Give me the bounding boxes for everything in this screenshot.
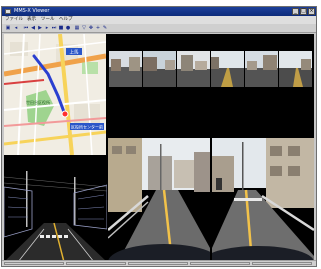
street-map[interactable]: 上馬 世田谷区役所 区役所センター前 (4, 34, 106, 155)
thumbnail-camera-6[interactable] (279, 51, 312, 87)
stop-icon[interactable]: ■ (58, 25, 64, 31)
thumbnail-camera-3[interactable] (177, 51, 210, 87)
menu-help[interactable]: ヘルプ (59, 16, 73, 24)
open-icon[interactable]: ▣ (5, 25, 11, 31)
vehicle-marker-icon (61, 110, 69, 118)
thumbnail-camera-5[interactable] (245, 51, 278, 87)
window-title: MMS-X Viewer (14, 8, 50, 14)
front-right-camera-view[interactable] (212, 138, 314, 262)
laser-pointcloud-view[interactable] (4, 157, 107, 262)
application-window: MMS-X Viewer _ □ × ファイル 表示 ツール ヘルプ ▣ ◂ ⏮… (1, 6, 317, 267)
play-icon[interactable]: ▶ (37, 25, 43, 31)
record-icon[interactable]: ● (65, 25, 71, 31)
map-label-ward-office: 世田谷区役所 (26, 99, 50, 105)
close-button[interactable]: × (308, 8, 315, 15)
add-icon[interactable]: + (95, 25, 101, 31)
maximize-button[interactable]: □ (300, 8, 307, 15)
filter-icon[interactable]: ▽ (81, 25, 87, 31)
status-cell-3 (128, 262, 188, 265)
toolbar: ▣ ◂ ⏮ ◀ ▶ ▸ ⏭ ■ ● ▦ ▽ ✥ + ✎ (2, 24, 316, 33)
thumbnail-camera-2[interactable] (143, 51, 176, 87)
map-panel[interactable]: 上馬 世田谷区役所 区役所センター前 (4, 34, 106, 155)
status-cell-4 (190, 262, 250, 265)
menu-file[interactable]: ファイル (5, 16, 23, 24)
status-cell-5 (252, 262, 312, 265)
menu-tools[interactable]: ツール (41, 16, 55, 24)
thumbnail-camera-1[interactable] (109, 51, 142, 87)
menu-bar: ファイル 表示 ツール ヘルプ (2, 16, 316, 24)
content-area: 上馬 世田谷区役所 区役所センター前 (4, 34, 314, 262)
layout-icon[interactable]: ▦ (74, 25, 80, 31)
rewind-icon[interactable]: ⏮ (23, 25, 29, 31)
pen-icon[interactable]: ✎ (102, 25, 108, 31)
fast-forward-icon[interactable]: ⏭ (51, 25, 57, 31)
move-icon[interactable]: ✥ (88, 25, 94, 31)
front-left-camera-view[interactable] (108, 138, 210, 262)
map-label-kamiuma: 上馬 (70, 49, 79, 56)
app-icon (5, 9, 11, 14)
step-back-icon[interactable]: ◀ (30, 25, 36, 31)
thumbnail-strip (108, 51, 314, 87)
menu-view[interactable]: 表示 (27, 16, 36, 24)
minimize-button[interactable]: _ (292, 8, 299, 15)
status-cell-1 (4, 262, 64, 265)
map-label-center: 区役所センター前 (71, 124, 103, 130)
status-cell-2 (66, 262, 126, 265)
thumbnail-camera-4[interactable] (211, 51, 244, 87)
back-icon[interactable]: ◂ (13, 25, 19, 31)
step-forward-icon[interactable]: ▸ (44, 25, 50, 31)
title-bar[interactable]: MMS-X Viewer _ □ × (2, 7, 316, 16)
status-bar (2, 260, 316, 266)
